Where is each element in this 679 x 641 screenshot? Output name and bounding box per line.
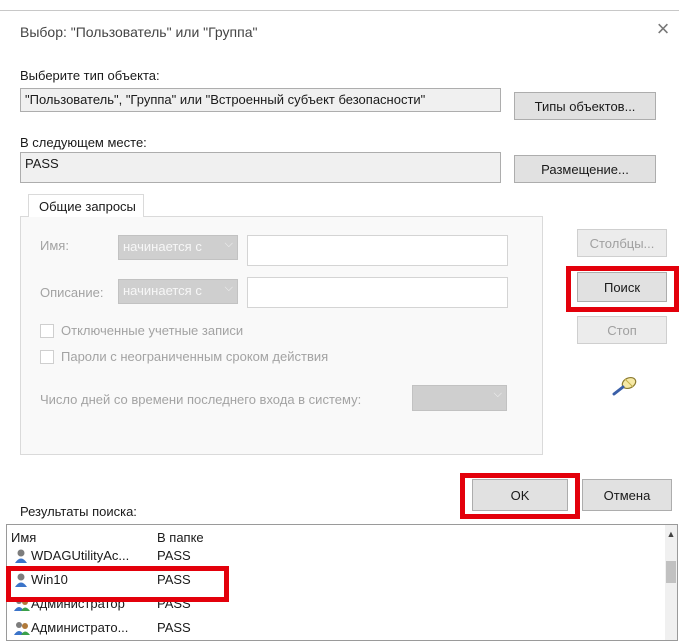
location-field: PASS [20, 152, 501, 183]
stop-button[interactable]: Стоп [577, 316, 667, 344]
column-header-folder[interactable]: В папке [157, 530, 204, 545]
name-condition-select[interactable]: начинается с ⌵ [118, 235, 238, 260]
non-expiring-password-checkbox[interactable] [40, 350, 54, 364]
non-expiring-password-label: Пароли с неограниченным сроком действия [61, 349, 329, 364]
result-folder: PASS [157, 620, 191, 635]
disabled-accounts-checkbox[interactable] [40, 324, 54, 338]
results-label: Результаты поиска: [20, 504, 137, 519]
search-magnifier-icon [609, 372, 641, 400]
cancel-button[interactable]: Отмена [582, 479, 672, 511]
columns-button[interactable]: Столбцы... [577, 229, 667, 257]
object-type-label: Выберите тип объекта: [20, 68, 160, 83]
ok-button[interactable]: OK [472, 479, 568, 511]
close-icon[interactable]: × [652, 18, 674, 40]
chevron-down-icon: ⌵ [493, 388, 502, 400]
name-label: Имя: [40, 238, 69, 253]
chevron-down-icon: ⌵ [224, 282, 233, 294]
result-folder: PASS [157, 548, 191, 563]
name-input[interactable] [247, 235, 508, 266]
name-condition-value: начинается с [123, 239, 202, 254]
results-header: Имя В папке [7, 529, 667, 547]
description-input[interactable] [247, 277, 508, 308]
result-name: WDAGUtilityAc... [31, 548, 130, 563]
days-since-login-label: Число дней со времени последнего входа в… [40, 392, 362, 407]
disabled-accounts-label: Отключенные учетные записи [61, 323, 244, 338]
locations-button[interactable]: Размещение... [514, 155, 656, 183]
scroll-up-icon[interactable]: ▲ [665, 529, 677, 539]
column-header-name[interactable]: Имя [11, 530, 36, 545]
description-condition-value: начинается с [123, 283, 202, 298]
find-button[interactable]: Поиск [577, 272, 667, 302]
description-condition-select[interactable]: начинается с ⌵ [118, 279, 238, 304]
scrollbar-thumb[interactable] [666, 561, 676, 583]
dialog-title: Выбор: "Пользователь" или "Группа" [20, 24, 258, 40]
chevron-down-icon: ⌵ [224, 238, 233, 250]
list-item[interactable]: WDAGUtilityAc... PASS [7, 547, 667, 565]
tab-common-queries[interactable]: Общие запросы [28, 194, 144, 217]
result-name: Администрато... [31, 620, 129, 635]
object-type-field: "Пользователь", "Группа" или "Встроенный… [20, 88, 501, 112]
top-border [0, 10, 679, 11]
description-label: Описание: [40, 285, 104, 300]
user-icon [14, 548, 30, 564]
days-since-login-select[interactable]: ⌵ [412, 385, 507, 411]
vertical-scrollbar[interactable]: ▲ [665, 525, 677, 640]
win10-row-highlight [6, 566, 229, 602]
object-types-button[interactable]: Типы объектов... [514, 92, 656, 120]
list-item[interactable]: Администрато... PASS [7, 619, 667, 637]
group-icon [14, 620, 30, 636]
location-label: В следующем месте: [20, 135, 147, 150]
